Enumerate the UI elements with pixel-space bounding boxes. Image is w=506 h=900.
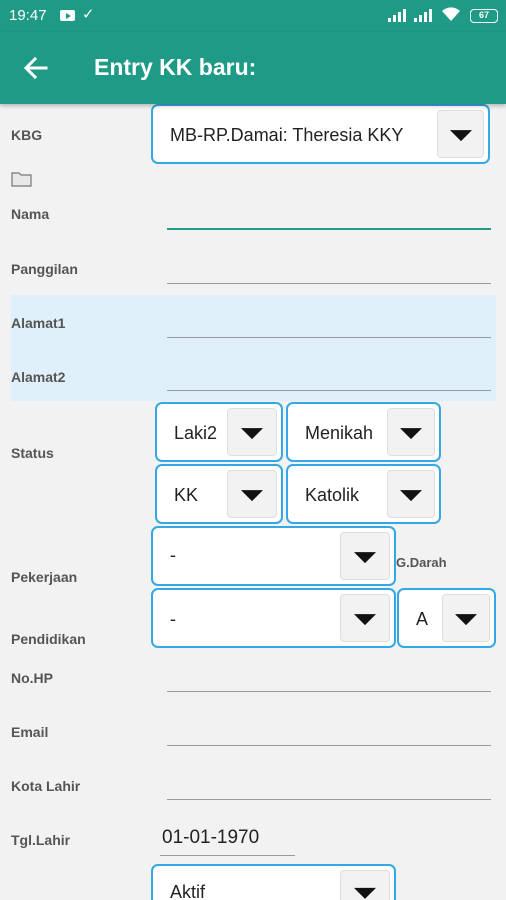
wifi-icon [442,7,460,21]
dropdown-arrow-icon [354,614,376,626]
download-done-icon: ✓ [82,6,95,23]
pendidikan-spinner[interactable]: - [151,588,396,648]
panggilan-label: Panggilan [11,261,78,277]
status-bar: 19:47 ✓ 67 [0,0,506,32]
religion-value: Katolik [305,485,360,505]
dropdown-arrow-icon [449,130,472,142]
nama-label: Nama [11,206,50,222]
kbg-label: KBG [11,127,43,143]
pekerjaan-dropdown-button[interactable] [340,532,390,580]
marital-spinner[interactable]: Menikah [286,402,441,462]
religion-dropdown-button[interactable] [387,470,435,518]
kota-lahir-label: Kota Lahir [11,778,81,794]
family-role-dropdown-button[interactable] [227,470,277,518]
family-role-spinner[interactable]: KK [155,464,283,524]
folder-icon[interactable] [11,171,32,187]
alamat2-field[interactable] [167,361,491,391]
gdarah-label: G.Darah [396,555,447,570]
kota-lahir-field[interactable] [167,770,491,800]
nohp-label: No.HP [11,670,53,686]
status-label: Status [11,445,54,461]
pendidikan-value: - [170,609,176,629]
signal-icon-2 [414,9,432,22]
dropdown-arrow-icon [354,887,376,899]
kbg-dropdown-button[interactable] [437,110,484,158]
nama-field[interactable] [167,200,491,230]
marital-dropdown-button[interactable] [387,408,435,456]
gdarah-spinner[interactable]: A [397,588,496,648]
marital-value: Menikah [305,423,374,443]
pekerjaan-value: - [170,545,176,565]
dropdown-arrow-icon [241,428,263,440]
panggilan-field[interactable] [167,254,491,284]
page-title: Entry KK baru: [94,54,257,80]
status-time: 19:47 [9,7,47,24]
active-spinner[interactable]: Aktif [151,864,396,900]
email-label: Email [11,724,49,740]
kbg-spinner[interactable]: MB-RP.Damai: Theresia KKY [151,104,490,164]
pekerjaan-label: Pekerjaan [11,569,78,585]
alamat1-label: Alamat1 [11,315,66,331]
email-field[interactable] [167,716,491,746]
back-arrow-icon[interactable] [20,52,52,84]
tgl-lahir-field[interactable]: 01-01-1970 [160,824,295,856]
alamat2-label: Alamat2 [11,369,66,385]
active-value: Aktif [170,882,206,900]
battery-icon: 67 [470,9,498,23]
youtube-icon [60,10,75,21]
alamat1-field[interactable] [167,308,491,338]
gender-value: Laki2 [174,423,218,443]
signal-icon [388,9,406,22]
pendidikan-dropdown-button[interactable] [340,594,390,642]
pekerjaan-spinner[interactable]: - [151,526,396,586]
dropdown-arrow-icon [354,552,376,564]
religion-spinner[interactable]: Katolik [286,464,441,524]
tgl-lahir-label: Tgl.Lahir [11,832,71,848]
dropdown-arrow-icon [400,490,422,502]
nohp-field[interactable] [167,662,491,692]
gender-dropdown-button[interactable] [227,408,277,456]
dropdown-arrow-icon [241,490,263,502]
pendidikan-label: Pendidikan [11,631,86,647]
family-role-value: KK [174,485,199,505]
dropdown-arrow-icon [400,428,422,440]
dropdown-arrow-icon [455,614,477,626]
app-bar: Entry KK baru: [0,32,506,104]
gdarah-value: A [416,609,429,629]
kbg-value: MB-RP.Damai: Theresia KKY [170,125,404,145]
gdarah-dropdown-button[interactable] [442,594,490,642]
gender-spinner[interactable]: Laki2 [155,402,283,462]
active-dropdown-button[interactable] [340,870,390,900]
